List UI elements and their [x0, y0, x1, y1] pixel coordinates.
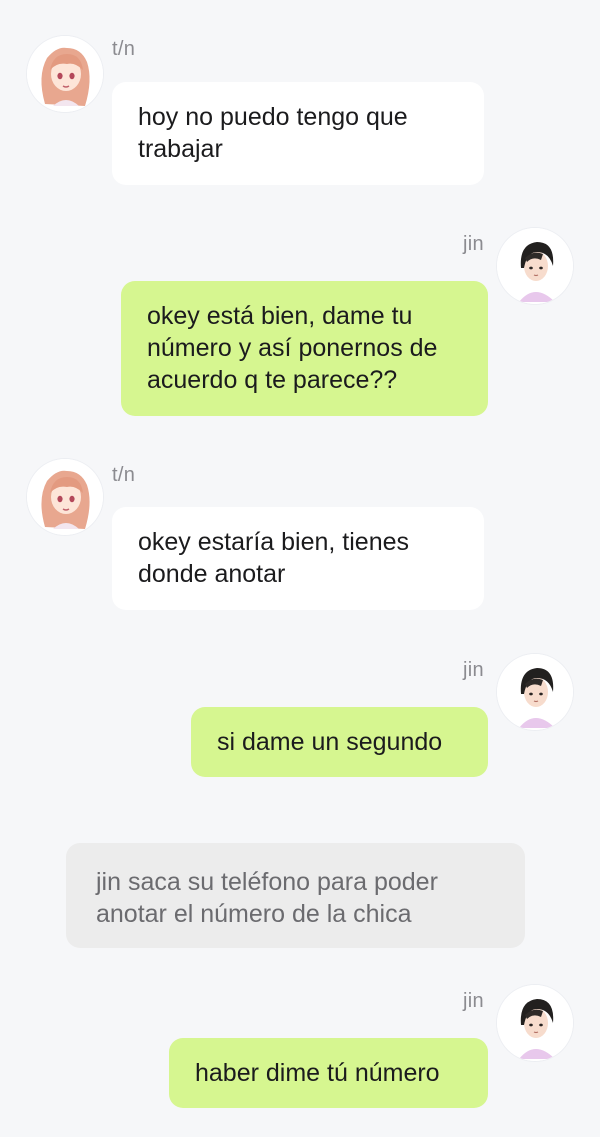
message-bubble-outgoing[interactable]: okey está bien, dame tu número y así pon… [121, 281, 488, 416]
anime-boy-avatar-icon [497, 985, 573, 1061]
message-bubble-outgoing[interactable]: si dame un segundo [191, 707, 488, 777]
narration-bubble: jin saca su teléfono para poder anotar e… [66, 843, 525, 948]
avatar-tn[interactable] [27, 36, 103, 112]
sender-name-jin: jin [463, 659, 484, 681]
sender-name-jin: jin [463, 990, 484, 1012]
avatar-jin[interactable] [497, 985, 573, 1061]
avatar-tn[interactable] [27, 459, 103, 535]
message-bubble-incoming[interactable]: okey estaría bien, tienes donde anotar [112, 507, 484, 610]
sender-name-tn: t/n [112, 464, 136, 486]
sender-name-jin: jin [463, 233, 484, 255]
sender-name-tn: t/n [112, 38, 136, 60]
message-bubble-outgoing[interactable]: haber dime tú número [169, 1038, 488, 1108]
avatar-jin[interactable] [497, 228, 573, 304]
message-bubble-incoming[interactable]: hoy no puedo tengo que trabajar [112, 82, 484, 185]
anime-girl-avatar-icon [27, 36, 103, 112]
anime-boy-avatar-icon [497, 654, 573, 730]
anime-girl-avatar-icon [27, 459, 103, 535]
anime-boy-avatar-icon [497, 228, 573, 304]
avatar-jin[interactable] [497, 654, 573, 730]
